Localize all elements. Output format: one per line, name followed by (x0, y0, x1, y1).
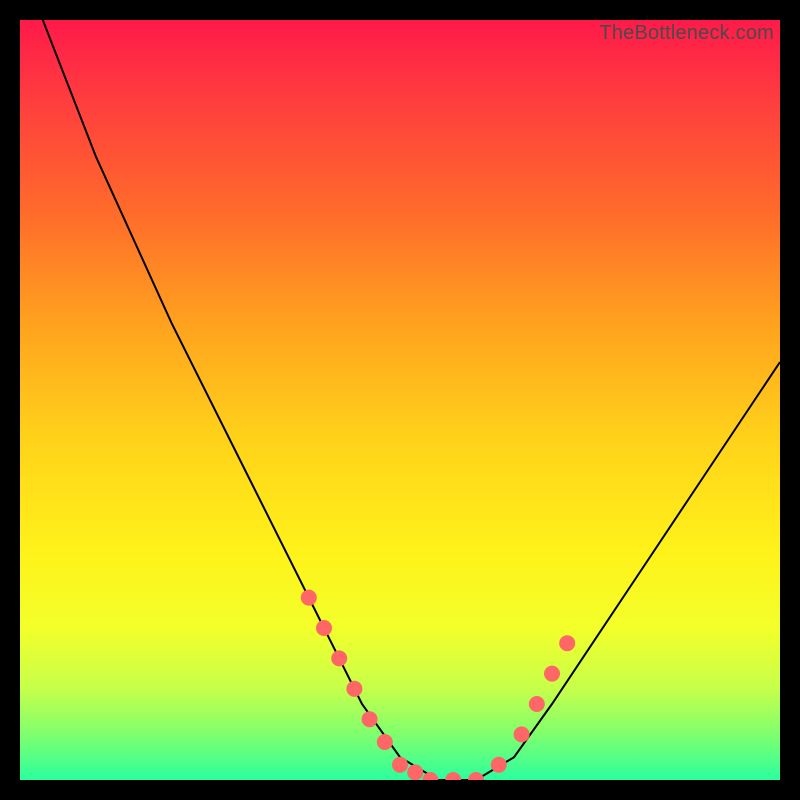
data-marker (301, 590, 317, 606)
chart-frame: TheBottleneck.com (0, 0, 800, 800)
data-marker (392, 757, 408, 773)
plot-area: TheBottleneck.com (20, 20, 780, 780)
data-marker (346, 681, 362, 697)
data-marker (377, 734, 393, 750)
data-marker (559, 635, 575, 651)
watermark-text: TheBottleneck.com (599, 22, 774, 45)
chart-svg (20, 20, 780, 780)
data-marker (331, 650, 347, 666)
data-marker (514, 726, 530, 742)
marker-group (301, 590, 575, 780)
data-marker (529, 696, 545, 712)
bottleneck-curve (43, 20, 780, 780)
data-marker (445, 772, 461, 780)
data-marker (468, 772, 484, 780)
data-marker (316, 620, 332, 636)
data-marker (544, 666, 560, 682)
data-marker (407, 764, 423, 780)
data-marker (362, 711, 378, 727)
data-marker (491, 757, 507, 773)
